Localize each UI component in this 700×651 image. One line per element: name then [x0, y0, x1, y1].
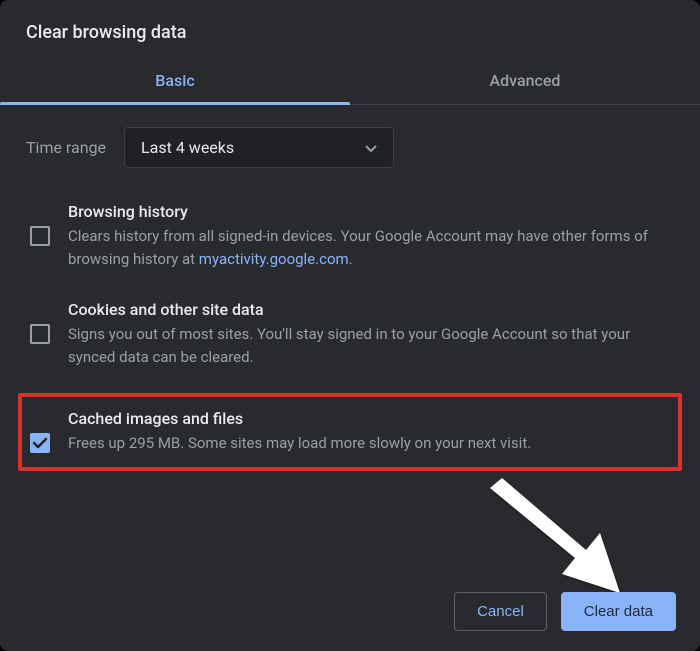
- tab-basic-label: Basic: [155, 71, 194, 90]
- checkbox-browsing-history[interactable]: [30, 226, 50, 246]
- time-range-row: Time range Last 4 weeks: [26, 127, 674, 168]
- option-title: Cached images and files: [68, 409, 666, 428]
- cancel-button-label: Cancel: [477, 603, 524, 620]
- clear-browsing-data-dialog: Clear browsing data Basic Advanced Time …: [0, 0, 700, 651]
- dialog-title: Clear browsing data: [0, 0, 700, 59]
- option-title: Cookies and other site data: [68, 300, 670, 319]
- option-desc-tail: .: [349, 250, 353, 268]
- option-cookies: Cookies and other site data Signs you ou…: [26, 294, 674, 392]
- option-desc: Frees up 295 MB. Some sites may load mor…: [68, 432, 666, 455]
- time-range-value: Last 4 weeks: [141, 138, 234, 157]
- dialog-footer: Cancel Clear data: [454, 592, 676, 631]
- chevron-down-icon: [365, 138, 377, 157]
- option-cache: Cached images and files Frees up 295 MB.…: [26, 403, 670, 461]
- option-title: Browsing history: [68, 202, 670, 221]
- tab-advanced[interactable]: Advanced: [350, 59, 700, 104]
- option-desc: Clears history from all signed-in device…: [68, 225, 670, 272]
- check-icon: [31, 434, 49, 452]
- tab-advanced-label: Advanced: [490, 71, 561, 90]
- time-range-select[interactable]: Last 4 weeks: [124, 127, 394, 168]
- time-range-label: Time range: [26, 138, 106, 157]
- clear-data-button-label: Clear data: [584, 603, 653, 620]
- tab-basic[interactable]: Basic: [0, 59, 350, 104]
- tab-bar: Basic Advanced: [0, 59, 700, 105]
- clear-data-button[interactable]: Clear data: [561, 592, 676, 631]
- cancel-button[interactable]: Cancel: [454, 592, 547, 631]
- checkbox-cache[interactable]: [30, 433, 50, 453]
- highlight-box: Cached images and files Frees up 295 MB.…: [18, 393, 682, 471]
- checkbox-cookies[interactable]: [30, 324, 50, 344]
- option-desc: Signs you out of most sites. You'll stay…: [68, 323, 670, 370]
- option-desc-text: Clears history from all signed-in device…: [68, 227, 648, 268]
- option-browsing-history: Browsing history Clears history from all…: [26, 196, 674, 294]
- myactivity-link[interactable]: myactivity.google.com: [199, 250, 349, 268]
